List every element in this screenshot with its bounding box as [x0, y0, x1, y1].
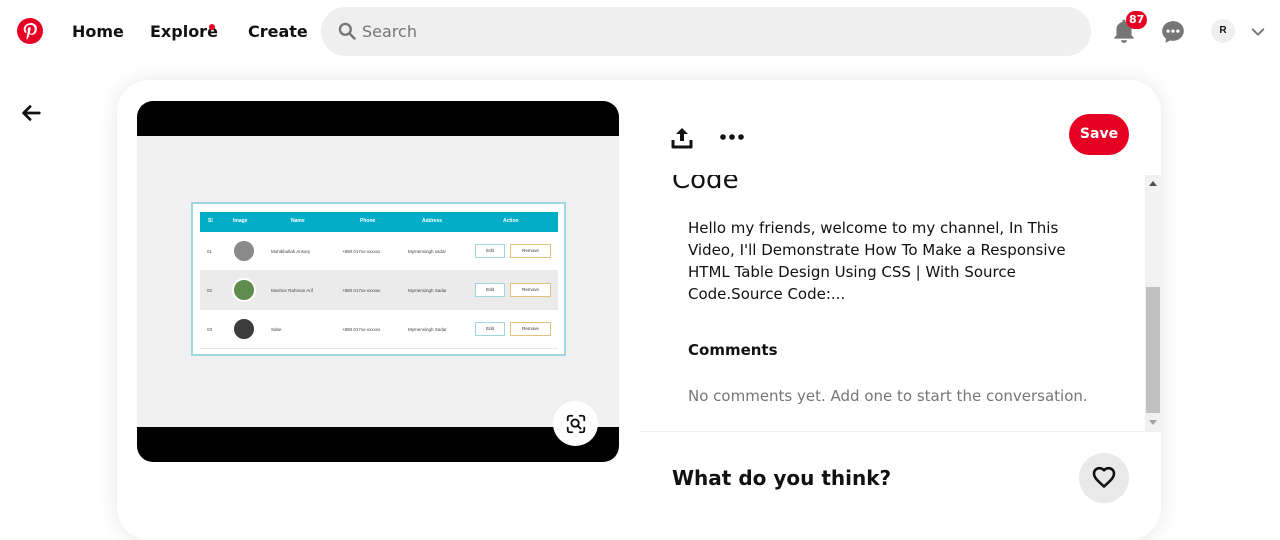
table-edit-button: Edit: [475, 283, 505, 297]
notification-count-badge: 87: [1126, 11, 1148, 29]
table-avatar: [232, 317, 256, 341]
image-table-header: Sl Image Name Phone Address Action: [200, 212, 558, 232]
table-avatar: [232, 239, 256, 263]
chat-icon[interactable]: [1160, 19, 1186, 45]
pin-details-scroll[interactable]: Code Hello my friends, welcome to my cha…: [640, 175, 1145, 431]
table-remove-button: Remove: [510, 283, 551, 297]
back-arrow-icon[interactable]: [20, 102, 42, 124]
table-cell: Mymensingh sadar: [408, 249, 447, 254]
image-table: Sl Image Name Phone Address Action 01 Mu…: [191, 202, 566, 356]
table-remove-button: Remove: [510, 244, 551, 258]
visual-search-button[interactable]: [553, 401, 598, 446]
search-bar[interactable]: [321, 7, 1091, 56]
table-row: 03 Sabe +880 017xx-xxxxxx Mymensingh Sad…: [200, 310, 558, 349]
pin-description: Hello my friends, welcome to my channel,…: [688, 219, 1066, 303]
scroll-down-arrow-icon[interactable]: [1149, 420, 1157, 425]
table-cell: Sabe: [271, 327, 282, 332]
table-cell: 02: [207, 288, 213, 293]
table-row: 01 Muhibbullah Ansary +880 017xx-xxxxxx …: [200, 232, 558, 271]
table-header-cell: Image: [233, 218, 248, 224]
react-button[interactable]: [1079, 453, 1129, 503]
nav-home-link[interactable]: Home: [72, 22, 124, 41]
table-cell: Mymensingh Sadar: [408, 327, 447, 332]
comment-prompt: What do you think?: [672, 466, 892, 490]
comments-empty-text: No comments yet. Add one to start the co…: [688, 387, 1088, 405]
more-icon[interactable]: [719, 130, 745, 144]
table-edit-button: Edit: [475, 244, 505, 258]
search-input[interactable]: [362, 17, 1062, 46]
table-cell: Moshior Rahman Arif: [271, 288, 314, 293]
scrollbar-thumb[interactable]: [1146, 287, 1160, 413]
pinterest-logo-icon[interactable]: [17, 18, 43, 44]
table-header-cell: Action: [503, 218, 519, 224]
table-cell: Muhibbullah Ansary: [271, 249, 311, 254]
table-header-cell: Name: [291, 218, 305, 224]
table-edit-button: Edit: [475, 322, 505, 336]
table-avatar: [232, 278, 256, 302]
pin-media[interactable]: Sl Image Name Phone Address Action 01 Mu…: [137, 101, 619, 462]
table-header-cell: Sl: [208, 218, 213, 224]
visual-search-icon: [566, 414, 585, 433]
table-cell: 01: [207, 249, 213, 254]
table-remove-button: Remove: [510, 322, 551, 336]
avatar[interactable]: R: [1211, 19, 1235, 43]
table-cell: +880 017xx-xxxxxx: [342, 249, 381, 254]
scrollbar[interactable]: [1145, 175, 1161, 431]
table-cell: Mymensingh Sadar: [408, 288, 447, 293]
top-nav-bar: Home Explore Create 87 R: [0, 0, 1280, 64]
table-header-cell: Phone: [360, 218, 376, 224]
pin-title: Code: [672, 175, 739, 195]
share-icon[interactable]: [670, 126, 694, 150]
scroll-up-arrow-icon[interactable]: [1149, 181, 1157, 186]
table-cell: 03: [207, 327, 213, 332]
chevron-down-icon[interactable]: [1250, 24, 1266, 40]
comments-heading: Comments: [688, 341, 778, 359]
nav-explore-link[interactable]: Explore: [150, 22, 218, 41]
explore-notification-dot: [209, 24, 215, 30]
pin-image: Sl Image Name Phone Address Action 01 Mu…: [137, 136, 619, 427]
save-button[interactable]: Save: [1069, 114, 1129, 155]
table-cell: +880 017xx-xxxxxx: [342, 288, 381, 293]
heart-icon: [1092, 466, 1116, 488]
nav-create-link[interactable]: Create: [248, 22, 308, 41]
table-cell: +880 017xx-xxxxxx: [342, 327, 381, 332]
divider: [640, 431, 1161, 432]
table-header-cell: Address: [422, 218, 443, 224]
table-row: 02 Moshior Rahman Arif +880 017xx-xxxxxx…: [200, 271, 558, 310]
search-icon: [338, 22, 356, 40]
